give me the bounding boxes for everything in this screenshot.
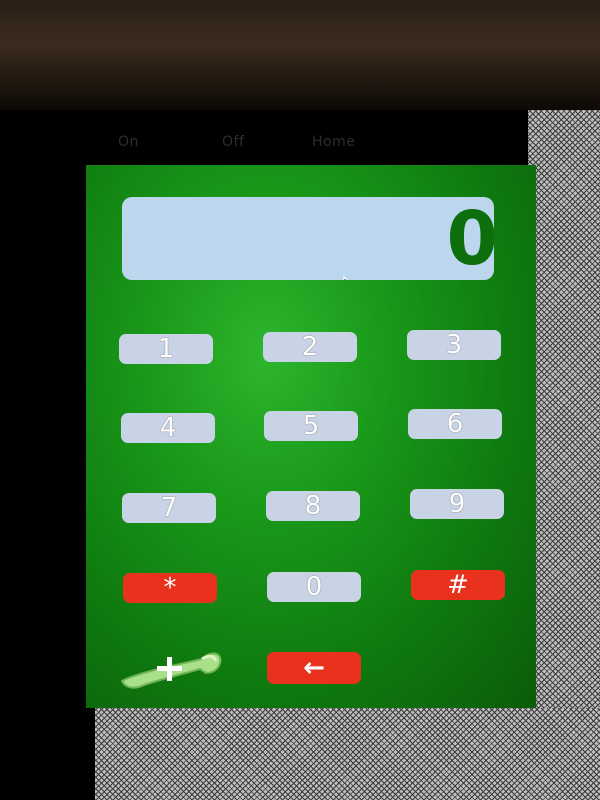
menu-bar: On Off Home — [90, 124, 530, 160]
call-button[interactable] — [116, 643, 226, 691]
key-3[interactable]: 3 — [407, 330, 501, 360]
background-surroundings — [0, 0, 600, 110]
key-8[interactable]: 8 — [266, 491, 360, 521]
display-value: 0 — [446, 197, 495, 280]
key-6[interactable]: 6 — [408, 409, 502, 439]
desktop-background-bottom — [95, 708, 600, 800]
number-display: 0 — [122, 197, 494, 280]
key-7[interactable]: 7 — [122, 493, 216, 523]
mouse-pointer-icon — [343, 275, 348, 280]
key-5[interactable]: 5 — [264, 411, 358, 441]
key-hash[interactable]: # — [411, 570, 505, 600]
phone-panel: 0 1 2 3 4 5 6 7 8 9 * 0 # ← — [86, 165, 536, 708]
menu-on[interactable]: On — [118, 134, 139, 150]
key-2[interactable]: 2 — [263, 332, 357, 362]
menu-off[interactable]: Off — [222, 134, 244, 150]
backspace-button[interactable]: ← — [267, 652, 361, 684]
key-1[interactable]: 1 — [119, 334, 213, 364]
desktop-background-right — [528, 110, 600, 800]
menu-home[interactable]: Home — [312, 134, 355, 150]
key-0[interactable]: 0 — [267, 572, 361, 602]
key-9[interactable]: 9 — [410, 489, 504, 519]
key-4[interactable]: 4 — [121, 413, 215, 443]
phone-handset-plus-icon — [120, 652, 222, 689]
key-star[interactable]: * — [123, 573, 217, 603]
